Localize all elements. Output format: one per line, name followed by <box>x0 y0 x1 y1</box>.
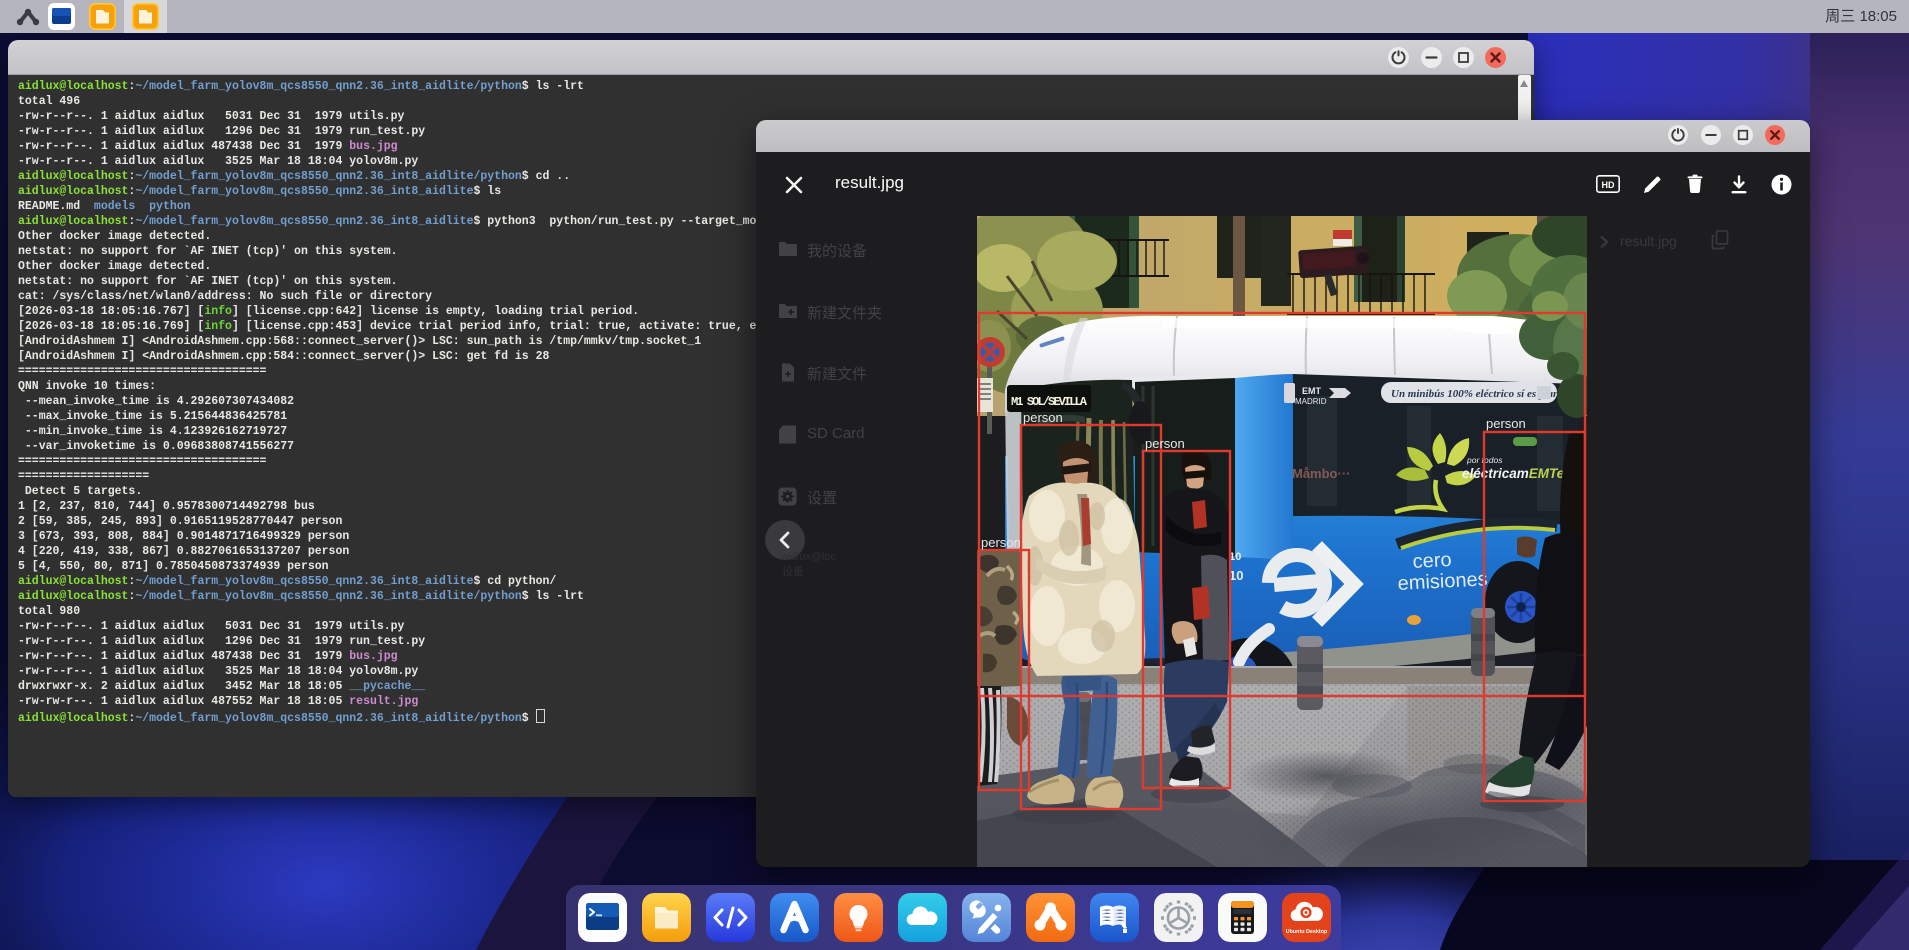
svg-text:M1 SOL/SEVILLA: M1 SOL/SEVILLA <box>1011 395 1088 409</box>
svg-text:emisiones: emisiones <box>1397 568 1488 595</box>
svg-text:person: person <box>1023 410 1063 425</box>
svg-text:Ubuntu Desktop: Ubuntu Desktop <box>1286 929 1328 935</box>
svg-text:cero: cero <box>1412 549 1452 573</box>
svg-text:EMT: EMT <box>1302 386 1322 396</box>
svg-text:Un minibús 100% eléctrico sí e: Un minibús 100% eléctrico sí es plan <box>1391 388 1559 400</box>
svg-text:person: person <box>981 535 1021 550</box>
svg-text:person: person <box>1145 436 1185 451</box>
svg-text:HD: HD <box>1602 180 1615 190</box>
svg-text:eléctricamEMTe: eléctricamEMTe <box>1462 466 1565 481</box>
svg-text:Måmbo···: Måmbo··· <box>1292 466 1351 481</box>
svg-text:person: person <box>1486 416 1526 431</box>
svg-text:MADRID: MADRID <box>1295 397 1327 406</box>
